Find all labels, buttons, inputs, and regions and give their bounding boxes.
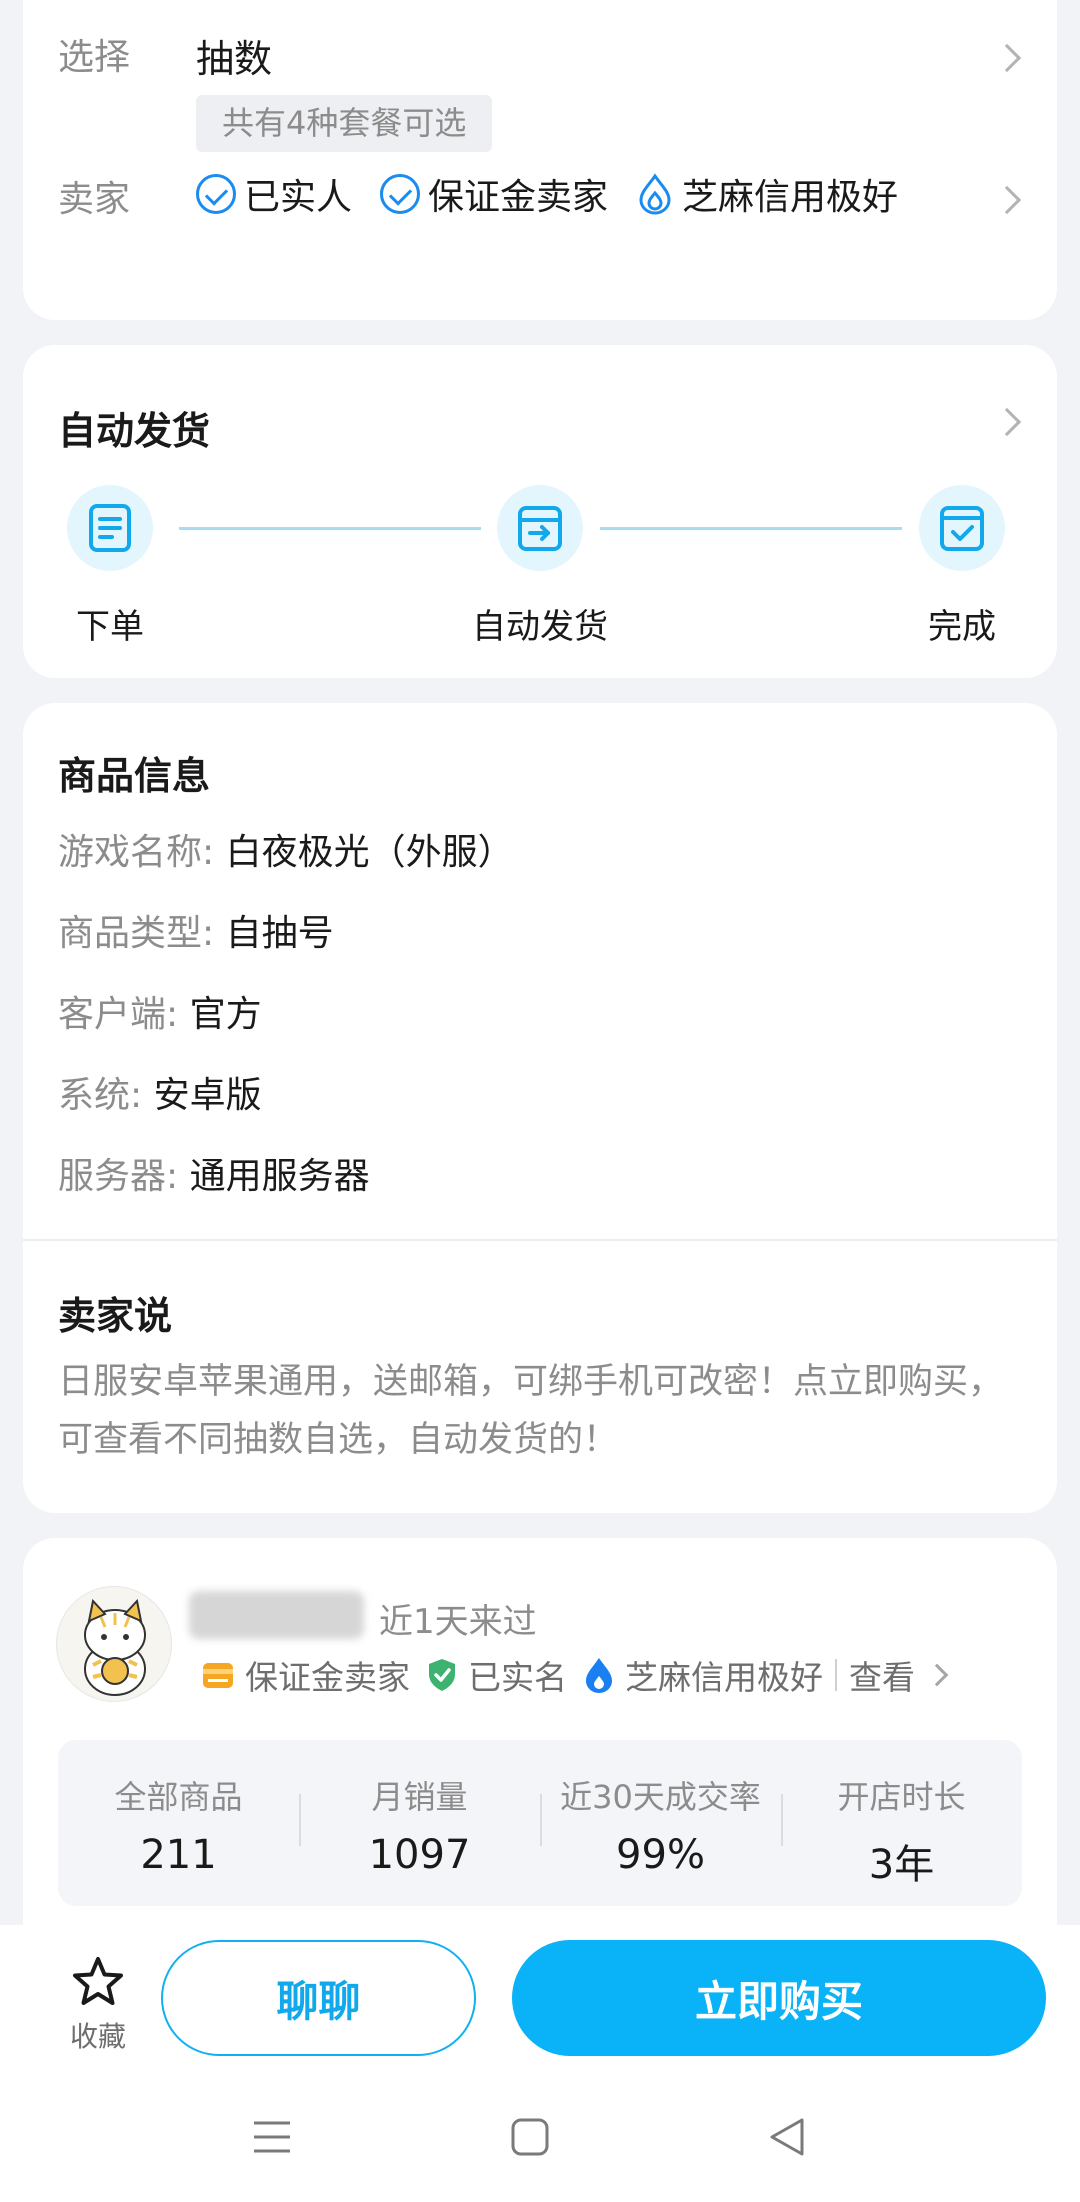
divider	[23, 1239, 1057, 1241]
info-row-client: 客户端: 官方	[58, 985, 262, 1037]
stat-label: 月销量	[371, 1778, 468, 1816]
star-icon	[73, 1957, 123, 2005]
stat-value: 211	[140, 1832, 217, 1878]
select-label: 选择	[58, 37, 131, 78]
deposit-seller-badge: 保证金卖家	[380, 168, 608, 220]
seller-badges[interactable]: 已实人 保证金卖家 芝麻信用极好	[196, 168, 898, 220]
flame-icon	[639, 173, 671, 215]
checkbox-icon	[919, 485, 1005, 571]
check-circle-icon	[380, 174, 421, 214]
lucky-cat-avatar-icon	[84, 1598, 146, 1696]
menu-nav-button[interactable]	[232, 2097, 312, 2177]
product-info-title: 商品信息	[58, 754, 211, 798]
check-circle-icon	[196, 174, 236, 214]
info-row-game-name: 游戏名称: 白夜极光（外服）	[58, 823, 514, 875]
box-arrow-icon	[497, 485, 583, 571]
step-order: 下单	[20, 485, 200, 648]
shop-stats: 全部商品 211 月销量 1097 近30天成交率 99% 开店时长 3年	[58, 1740, 1022, 1906]
step-connector	[600, 527, 902, 530]
seller-says-title: 卖家说	[58, 1294, 173, 1338]
info-key: 游戏名称:	[58, 832, 215, 873]
deposit-icon	[203, 1663, 233, 1688]
menu-icon	[254, 2121, 290, 2153]
info-key: 服务器:	[58, 1156, 179, 1197]
verified-person-badge: 已实人	[196, 168, 352, 220]
system-nav-bar	[0, 2097, 1080, 2197]
stat-monthly-sales: 月销量 1097	[299, 1740, 540, 1906]
stat-value: 99%	[616, 1832, 705, 1878]
favorite-button[interactable]: 收藏	[62, 1955, 134, 2055]
select-card: 选择 抽数 共有4种套餐可选 卖家 已实人 保证金卖家 芝麻信用极好	[23, 0, 1057, 320]
info-value: 白夜极光（外服）	[225, 832, 514, 873]
step-label: 完成	[928, 607, 996, 647]
step-label: 自动发货	[472, 607, 608, 647]
stat-shop-age: 开店时长 3年	[781, 1740, 1022, 1906]
info-row-system: 系统: 安卓版	[58, 1066, 262, 1118]
info-row-product-type: 商品类型: 自抽号	[58, 904, 334, 956]
step-connector	[179, 527, 481, 530]
chevron-right-icon[interactable]	[992, 43, 1022, 73]
info-value: 官方	[189, 994, 262, 1035]
step-label: 下单	[76, 607, 144, 647]
shop-badges[interactable]: 保证金卖家 已实名 芝麻信用极好 查看	[201, 1651, 949, 1699]
deposit-seller-label: 保证金卖家	[428, 177, 609, 218]
info-key: 客户端:	[58, 994, 179, 1035]
shield-check-icon	[429, 1659, 455, 1691]
seller-says-text: 日服安卓苹果通用，送邮箱，可绑手机可改密！点立即购买，可查看不同抽数自选，自动发…	[58, 1362, 1004, 1460]
stat-success-rate: 近30天成交率 99%	[540, 1740, 781, 1906]
bottom-action-bar: 收藏 聊聊 立即购买	[0, 1925, 1080, 2202]
stat-all-products[interactable]: 全部商品 211	[58, 1740, 299, 1906]
favorite-label: 收藏	[69, 2020, 126, 2053]
chevron-right-icon[interactable]	[925, 1663, 949, 1687]
stat-value: 1097	[368, 1832, 471, 1878]
buy-now-button[interactable]: 立即购买	[512, 1940, 1046, 2056]
sesame-credit-label: 芝麻信用极好	[625, 1658, 823, 1697]
verified-person-label: 已实人	[244, 177, 353, 218]
last-visit: 近1天来过	[379, 1602, 537, 1642]
info-key: 系统:	[58, 1075, 143, 1116]
shop-avatar[interactable]	[56, 1586, 172, 1702]
chat-button[interactable]: 聊聊	[161, 1940, 476, 2056]
info-key: 商品类型:	[58, 913, 215, 954]
home-nav-button[interactable]	[490, 2097, 570, 2177]
shop-card[interactable]: 近1天来过 保证金卖家 已实名 芝麻信用极好 查看 全部商品 211 月销量 1…	[23, 1538, 1057, 1958]
select-value[interactable]: 抽数	[196, 28, 272, 83]
realname-label: 已实名	[468, 1658, 567, 1697]
back-triangle-icon	[770, 2118, 804, 2156]
step-auto-delivery: 自动发货	[450, 485, 630, 648]
seller-label: 卖家	[58, 179, 131, 220]
separator	[835, 1659, 837, 1691]
info-value: 通用服务器	[189, 1156, 370, 1197]
package-count-chip: 共有4种套餐可选	[196, 95, 493, 152]
stat-label: 近30天成交率	[560, 1778, 761, 1816]
info-value: 安卓版	[153, 1075, 262, 1116]
view-shop-link[interactable]: 查看	[849, 1651, 915, 1699]
flame-icon	[586, 1658, 612, 1693]
sesame-credit-label: 芝麻信用极好	[682, 177, 899, 218]
square-home-icon	[511, 2118, 549, 2156]
stat-value: 3年	[868, 1842, 935, 1888]
product-info-card: 商品信息 游戏名称: 白夜极光（外服） 商品类型: 自抽号 客户端: 官方 系统…	[23, 703, 1057, 1513]
back-nav-button[interactable]	[748, 2097, 828, 2177]
chevron-right-icon[interactable]	[992, 185, 1022, 215]
info-value: 自抽号	[225, 913, 334, 954]
document-icon	[67, 485, 153, 571]
stat-label: 全部商品	[114, 1778, 243, 1816]
step-complete: 完成	[872, 485, 1052, 648]
delivery-title: 自动发货	[58, 409, 211, 453]
sesame-credit-badge: 芝麻信用极好	[636, 168, 898, 220]
deposit-seller-label: 保证金卖家	[245, 1658, 410, 1697]
auto-delivery-card[interactable]: 自动发货 下单 自动发货 完成	[23, 345, 1057, 678]
info-row-server: 服务器: 通用服务器	[58, 1147, 370, 1199]
chevron-right-icon[interactable]	[992, 407, 1022, 437]
shop-name-blurred[interactable]	[189, 1591, 364, 1639]
stat-label: 开店时长	[837, 1778, 966, 1816]
